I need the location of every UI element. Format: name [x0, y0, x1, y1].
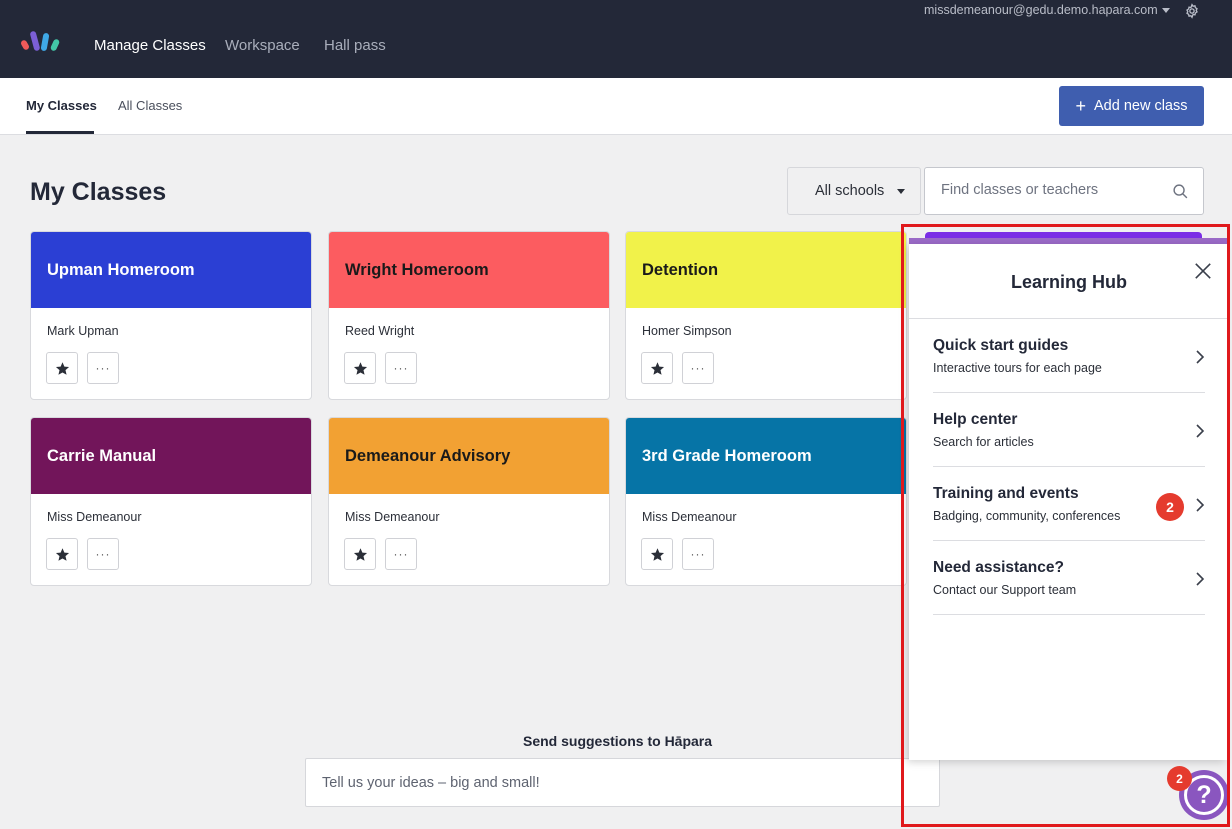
- page-title: My Classes: [30, 178, 167, 206]
- star-icon: [55, 547, 69, 561]
- class-card-title[interactable]: Upman Homeroom: [31, 232, 311, 308]
- class-card-title[interactable]: Demeanour Advisory: [329, 418, 609, 494]
- class-card-teacher: Mark Upman: [47, 324, 119, 338]
- class-card-teacher: Reed Wright: [345, 324, 415, 338]
- class-card-title[interactable]: Wright Homeroom: [329, 232, 609, 308]
- ellipsis-icon: ···: [95, 547, 111, 561]
- hub-item-subtitle: Contact our Support team: [933, 583, 1077, 597]
- nav-manage-classes[interactable]: Manage Classes: [94, 37, 206, 54]
- hapara-logo[interactable]: [19, 25, 64, 52]
- hub-item-subtitle: Search for articles: [933, 435, 1034, 449]
- tab-all-classes[interactable]: All Classes: [118, 98, 182, 113]
- school-filter-value: All schools: [815, 183, 885, 199]
- class-card-teacher: Miss Demeanour: [47, 510, 142, 524]
- help-notification-badge: 2: [1167, 766, 1192, 791]
- plus-icon: +: [1075, 96, 1086, 116]
- star-icon: [55, 361, 69, 375]
- more-options-button[interactable]: ···: [87, 352, 119, 384]
- favorite-star-button[interactable]: [46, 538, 78, 570]
- more-options-button[interactable]: ···: [385, 538, 417, 570]
- ellipsis-icon: ···: [393, 361, 409, 375]
- add-new-class-label: Add new class: [1094, 98, 1188, 114]
- ellipsis-icon: ···: [95, 361, 111, 375]
- hub-item-title: Need assistance?: [933, 559, 1064, 576]
- search-icon[interactable]: [1172, 183, 1189, 200]
- gear-icon[interactable]: [1184, 3, 1200, 19]
- favorite-star-button[interactable]: [641, 352, 673, 384]
- class-card-carrie-manual[interactable]: Carrie Manual Miss Demeanour ···: [30, 417, 312, 586]
- class-card-teacher: Homer Simpson: [642, 324, 732, 338]
- more-options-button[interactable]: ···: [87, 538, 119, 570]
- chevron-down-icon: [1161, 8, 1170, 14]
- ellipsis-icon: ···: [690, 547, 706, 561]
- more-options-button[interactable]: ···: [385, 352, 417, 384]
- chevron-right-icon: [1196, 498, 1205, 512]
- chevron-right-icon: [1196, 572, 1205, 586]
- hub-item-subtitle: Interactive tours for each page: [933, 361, 1102, 375]
- class-card-title[interactable]: 3rd Grade Homeroom: [626, 418, 906, 494]
- suggestions-box: [305, 758, 940, 807]
- favorite-star-button[interactable]: [46, 352, 78, 384]
- search-input[interactable]: [941, 182, 1161, 198]
- add-new-class-button[interactable]: + Add new class: [1059, 86, 1204, 126]
- ellipsis-icon: ···: [690, 361, 706, 375]
- more-options-button[interactable]: ···: [682, 538, 714, 570]
- class-card-3rd-grade-homeroom[interactable]: 3rd Grade Homeroom Miss Demeanour ···: [625, 417, 907, 586]
- hub-item-title: Quick start guides: [933, 337, 1069, 354]
- hub-item-quick-start-guides[interactable]: Quick start guides Interactive tours for…: [933, 319, 1205, 393]
- favorite-star-button[interactable]: [344, 538, 376, 570]
- class-card-upman-homeroom[interactable]: Upman Homeroom Mark Upman ···: [30, 231, 312, 400]
- class-card-wright-homeroom[interactable]: Wright Homeroom Reed Wright ···: [328, 231, 610, 400]
- nav-hall-pass[interactable]: Hall pass: [324, 37, 386, 54]
- class-search-box: [924, 167, 1204, 215]
- nav-workspace[interactable]: Workspace: [225, 37, 300, 54]
- suggestions-input[interactable]: [322, 775, 912, 791]
- user-email: missdemeanour@gedu.demo.hapara.com: [924, 3, 1158, 17]
- class-card-title[interactable]: Detention: [626, 232, 906, 308]
- class-card-demeanour-advisory[interactable]: Demeanour Advisory Miss Demeanour ···: [328, 417, 610, 586]
- more-options-button[interactable]: ···: [682, 352, 714, 384]
- hub-item-need-assistance[interactable]: Need assistance? Contact our Support tea…: [933, 541, 1205, 615]
- chevron-down-icon: [897, 189, 905, 194]
- ellipsis-icon: ···: [393, 547, 409, 561]
- class-card-teacher: Miss Demeanour: [345, 510, 440, 524]
- user-menu[interactable]: missdemeanour@gedu.demo.hapara.com: [924, 3, 1170, 17]
- hub-item-subtitle: Badging, community, conferences: [933, 509, 1121, 523]
- learning-hub-panel: Learning Hub Quick start guides Interact…: [909, 244, 1227, 760]
- chevron-right-icon: [1196, 424, 1205, 438]
- star-icon: [650, 361, 664, 375]
- star-icon: [353, 361, 367, 375]
- learning-hub-title: Learning Hub: [1011, 272, 1127, 292]
- star-icon: [353, 547, 367, 561]
- star-icon: [650, 547, 664, 561]
- class-card-title[interactable]: Carrie Manual: [31, 418, 311, 494]
- active-tab-indicator: [26, 131, 94, 134]
- notification-badge: 2: [1156, 493, 1184, 521]
- top-nav-bar: Manage Classes Workspace Hall pass missd…: [0, 0, 1232, 78]
- chevron-right-icon: [1196, 350, 1205, 364]
- tab-my-classes[interactable]: My Classes: [26, 98, 97, 113]
- close-icon[interactable]: [1194, 262, 1212, 280]
- suggestions-label: Send suggestions to Hāpara: [523, 733, 713, 749]
- hub-item-title: Help center: [933, 411, 1018, 428]
- class-card-teacher: Miss Demeanour: [642, 510, 737, 524]
- hub-item-help-center[interactable]: Help center Search for articles: [933, 393, 1205, 467]
- class-card-detention[interactable]: Detention Homer Simpson ···: [625, 231, 907, 400]
- sub-nav-bar: My Classes All Classes: [0, 78, 1232, 135]
- favorite-star-button[interactable]: [344, 352, 376, 384]
- hub-item-training-and-events[interactable]: Training and events Badging, community, …: [933, 467, 1205, 541]
- favorite-star-button[interactable]: [641, 538, 673, 570]
- school-filter-dropdown[interactable]: All schools: [787, 167, 921, 215]
- hub-item-title: Training and events: [933, 485, 1079, 502]
